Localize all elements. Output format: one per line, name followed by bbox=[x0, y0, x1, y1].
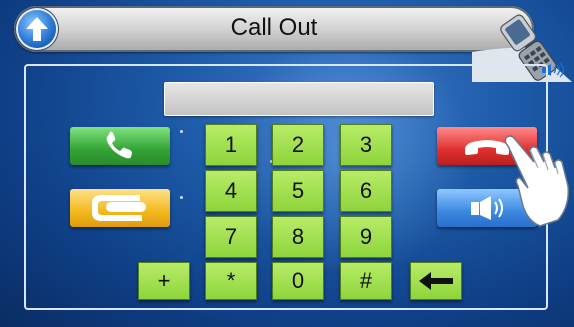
number-display bbox=[164, 82, 434, 116]
key-9[interactable]: 9 bbox=[340, 216, 392, 258]
backspace-arrow-icon bbox=[419, 272, 453, 290]
pointing-hand-icon bbox=[504, 135, 570, 227]
key-8[interactable]: 8 bbox=[272, 216, 324, 258]
page-title: Call Out bbox=[230, 14, 318, 41]
key-4[interactable]: 4 bbox=[205, 170, 257, 212]
key-3[interactable]: 3 bbox=[340, 124, 392, 166]
hold-button[interactable] bbox=[70, 189, 170, 227]
key-6[interactable]: 6 bbox=[340, 170, 392, 212]
up-arrow-circle-icon bbox=[26, 17, 48, 41]
call-button[interactable] bbox=[70, 127, 170, 165]
key-7[interactable]: 7 bbox=[205, 216, 257, 258]
phone-handset-icon bbox=[106, 131, 132, 159]
key-5[interactable]: 5 bbox=[272, 170, 324, 212]
title-bar: Call Out bbox=[14, 6, 534, 52]
home-button[interactable] bbox=[18, 10, 56, 48]
call-out-screen: Call Out 1 2 3 4 5 6 7 8 9 + * 0 # bbox=[0, 0, 574, 327]
key-0[interactable]: 0 bbox=[272, 262, 324, 300]
key-hash[interactable]: # bbox=[340, 262, 392, 300]
backspace-button[interactable] bbox=[410, 262, 462, 300]
key-star[interactable]: * bbox=[205, 262, 257, 300]
key-plus[interactable]: + bbox=[138, 262, 190, 300]
phone-hold-icon bbox=[92, 195, 146, 221]
key-1[interactable]: 1 bbox=[205, 124, 257, 166]
key-2[interactable]: 2 bbox=[272, 124, 324, 166]
